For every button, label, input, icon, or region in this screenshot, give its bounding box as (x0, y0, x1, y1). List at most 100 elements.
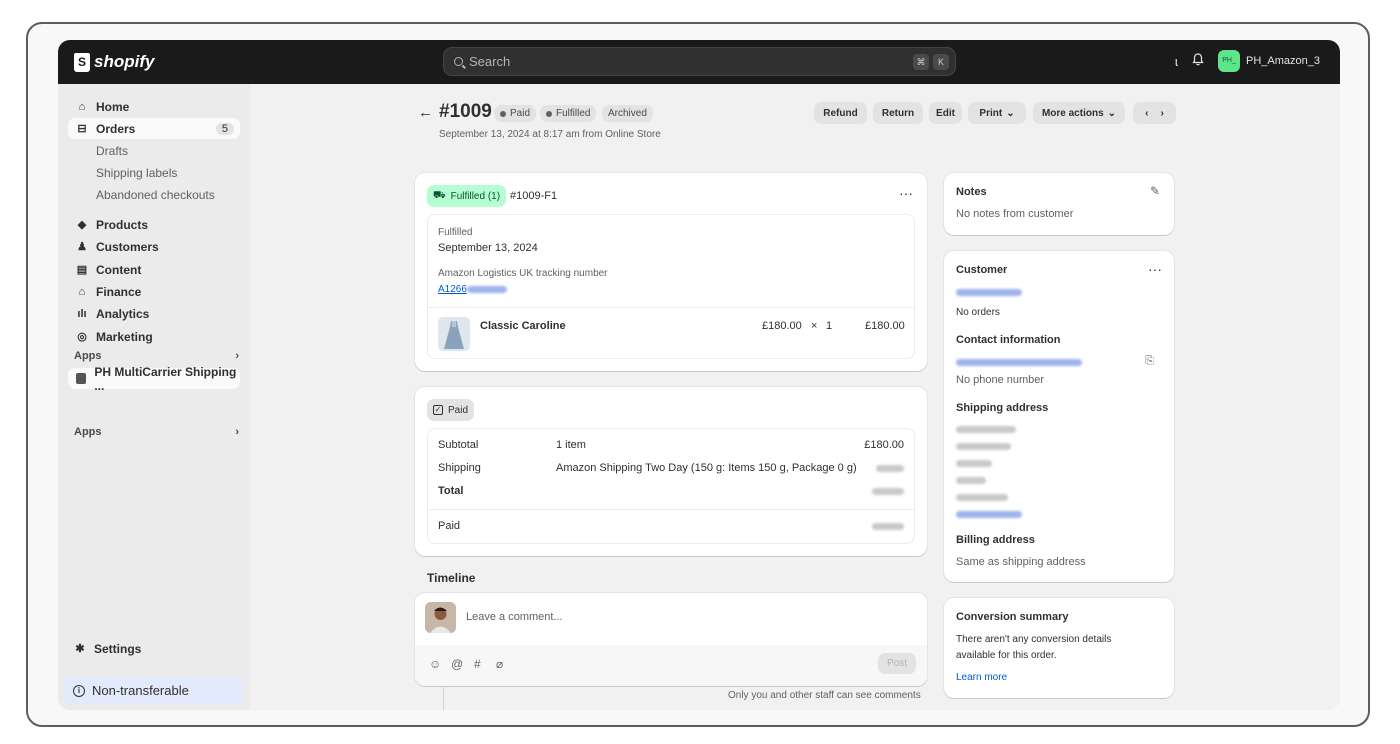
sidebar-item-label: Orders (96, 121, 136, 136)
subtotal-items: 1 item (556, 439, 586, 451)
post-button[interactable]: Post (878, 653, 916, 674)
sidebar-item-analytics[interactable]: ılı Analytics (68, 303, 240, 324)
shipping-address-title: Shipping address (956, 402, 1049, 414)
contact-info-title: Contact information (956, 334, 1061, 346)
copy-icon[interactable]: ⎘ (1145, 355, 1154, 368)
sidebar-item-settings[interactable]: ✱ Settings (74, 642, 141, 656)
print-button[interactable]: Print ⌄ (968, 102, 1026, 124)
payment-details: Subtotal 1 item £180.00 Shipping Amazon … (427, 428, 915, 544)
user-avatar (425, 602, 456, 633)
more-options-icon[interactable]: ··· (1148, 261, 1162, 277)
next-order-icon[interactable]: › (1161, 108, 1164, 119)
sidebar: ⌂ Home ⊟ Orders 5 Drafts Shipping labels… (58, 84, 250, 710)
more-actions-label: More actions (1041, 107, 1104, 119)
bell-icon[interactable] (1192, 53, 1204, 69)
target-icon: ◎ (77, 330, 87, 343)
chevron-down-icon: ⌄ (1107, 107, 1117, 119)
store-avatar: PH_ (1218, 50, 1240, 72)
quantity-multiplier: × (811, 320, 818, 332)
return-button[interactable]: Return (873, 102, 923, 124)
archived-status-badge: Archived (602, 105, 653, 122)
gear-icon: ✱ (75, 643, 85, 655)
sidebar-item-ph-multicarrier[interactable]: PH MultiCarrier Shipping ... (68, 365, 240, 393)
sidebar-item-drafts[interactable]: Drafts (96, 144, 128, 158)
redacted-email[interactable] (956, 359, 1082, 366)
brand-name: shopify (94, 52, 155, 71)
comment-box: Leave a comment... ☺ @ # ⌀ Post (415, 593, 927, 686)
redacted-address-line (956, 477, 986, 484)
sidebar-item-orders[interactable]: ⊟ Orders 5 (68, 118, 240, 139)
redacted-shipping-cost (876, 465, 904, 472)
tracking-number-prefix: A1266 (438, 284, 467, 295)
edit-button[interactable]: Edit (929, 102, 962, 124)
chevron-right-icon: › (235, 426, 239, 438)
sidebar-item-finance[interactable]: ⌂ Finance (68, 281, 240, 302)
apps-section-header[interactable]: Apps › (74, 350, 239, 362)
fulfilled-status-badge: Fulfilled (540, 105, 597, 122)
product-thumbnail[interactable] (438, 317, 470, 351)
sidebar-item-marketing[interactable]: ◎ Marketing (68, 326, 240, 347)
sidebar-item-label: Finance (96, 284, 142, 299)
mention-icon[interactable]: @ (451, 657, 463, 671)
chevron-right-icon: › (235, 350, 239, 362)
sidebar-item-label: PH MultiCarrier Shipping ... (94, 364, 237, 393)
divider (428, 307, 914, 308)
redacted-customer-name[interactable] (956, 289, 1022, 296)
apps-label: Apps (74, 426, 102, 438)
app-icon (76, 373, 87, 384)
sidebar-item-customers[interactable]: ♟ Customers (68, 236, 240, 257)
sidebar-item-abandoned-checkouts[interactable]: Abandoned checkouts (96, 188, 215, 202)
content-icon: ▤ (76, 263, 88, 276)
attachment-icon[interactable]: ⌀ (496, 657, 503, 671)
sidebar-item-shipping-labels[interactable]: Shipping labels (96, 166, 177, 180)
no-phone: No phone number (956, 374, 1045, 386)
back-arrow-icon[interactable]: ← (418, 104, 433, 121)
total-label: Total (438, 485, 464, 497)
sidekick-icon[interactable]: ɩ (1175, 54, 1178, 69)
comment-input[interactable]: Leave a comment... (466, 611, 563, 623)
emoji-icon[interactable]: ☺ (429, 657, 441, 671)
chevron-down-icon: ⌄ (1006, 107, 1015, 119)
sidebar-item-content[interactable]: ▤ Content (68, 259, 240, 280)
product-name[interactable]: Classic Caroline (480, 320, 566, 332)
inbox-icon: ⊟ (77, 122, 87, 135)
conversion-summary-card: Conversion summary There aren't any conv… (944, 598, 1174, 698)
tracking-number-link[interactable]: A1266 (438, 284, 507, 295)
product-unit-price: £180.00 (762, 320, 802, 332)
sidebar-item-label: Customers (96, 239, 159, 254)
redacted-tracking (466, 285, 507, 293)
info-icon: i (73, 684, 85, 697)
search-input[interactable]: Search ⌘ K (443, 47, 956, 76)
edit-pencil-icon[interactable]: ✎ (1150, 184, 1160, 198)
billing-address-text: Same as shipping address (956, 556, 1086, 568)
product-quantity: 1 (826, 320, 833, 332)
status-dot (546, 110, 552, 117)
non-transferable-label: Non-transferable (92, 683, 189, 698)
store-menu[interactable]: PH_ PH_Amazon_3 (1218, 50, 1320, 72)
shopify-admin: shopify Search ⌘ K ɩ PH_ PH_Amazon_3 ⌂ H… (58, 40, 1340, 710)
refund-button[interactable]: Refund (814, 102, 867, 124)
customer-orders: No orders (956, 307, 1000, 318)
shopify-logo[interactable]: shopify (74, 52, 154, 72)
more-actions-button[interactable]: More actions ⌄ (1033, 102, 1125, 124)
non-transferable-banner[interactable]: i Non-transferable (64, 676, 243, 705)
redacted-phone[interactable] (956, 511, 1022, 518)
badge-label: Fulfilled (1) (450, 190, 501, 202)
sidebar-item-home[interactable]: ⌂ Home (68, 96, 240, 117)
shopify-bag-icon (74, 52, 90, 72)
bank-icon: ⌂ (78, 285, 86, 298)
sidebar-item-products[interactable]: ◆ Products (68, 214, 240, 235)
more-options-icon[interactable]: ··· (899, 185, 913, 201)
fulfillment-id: #1009-F1 (510, 190, 558, 202)
search-icon (454, 57, 463, 66)
sidebar-item-label: Marketing (96, 329, 153, 344)
paid-label: Paid (438, 520, 461, 532)
fulfillment-card: ⛟ Fulfilled (1) #1009-F1 ··· Fulfilled S… (415, 173, 927, 371)
apps-section-header-2[interactable]: Apps › (74, 426, 239, 438)
customer-title: Customer (956, 264, 1008, 276)
hashtag-icon[interactable]: # (474, 657, 481, 671)
top-right-controls: ɩ PH_ PH_Amazon_3 (1175, 50, 1320, 72)
k-key: K (933, 54, 949, 70)
learn-more-link[interactable]: Learn more (956, 672, 1007, 683)
previous-order-icon[interactable]: ‹ (1145, 108, 1148, 119)
